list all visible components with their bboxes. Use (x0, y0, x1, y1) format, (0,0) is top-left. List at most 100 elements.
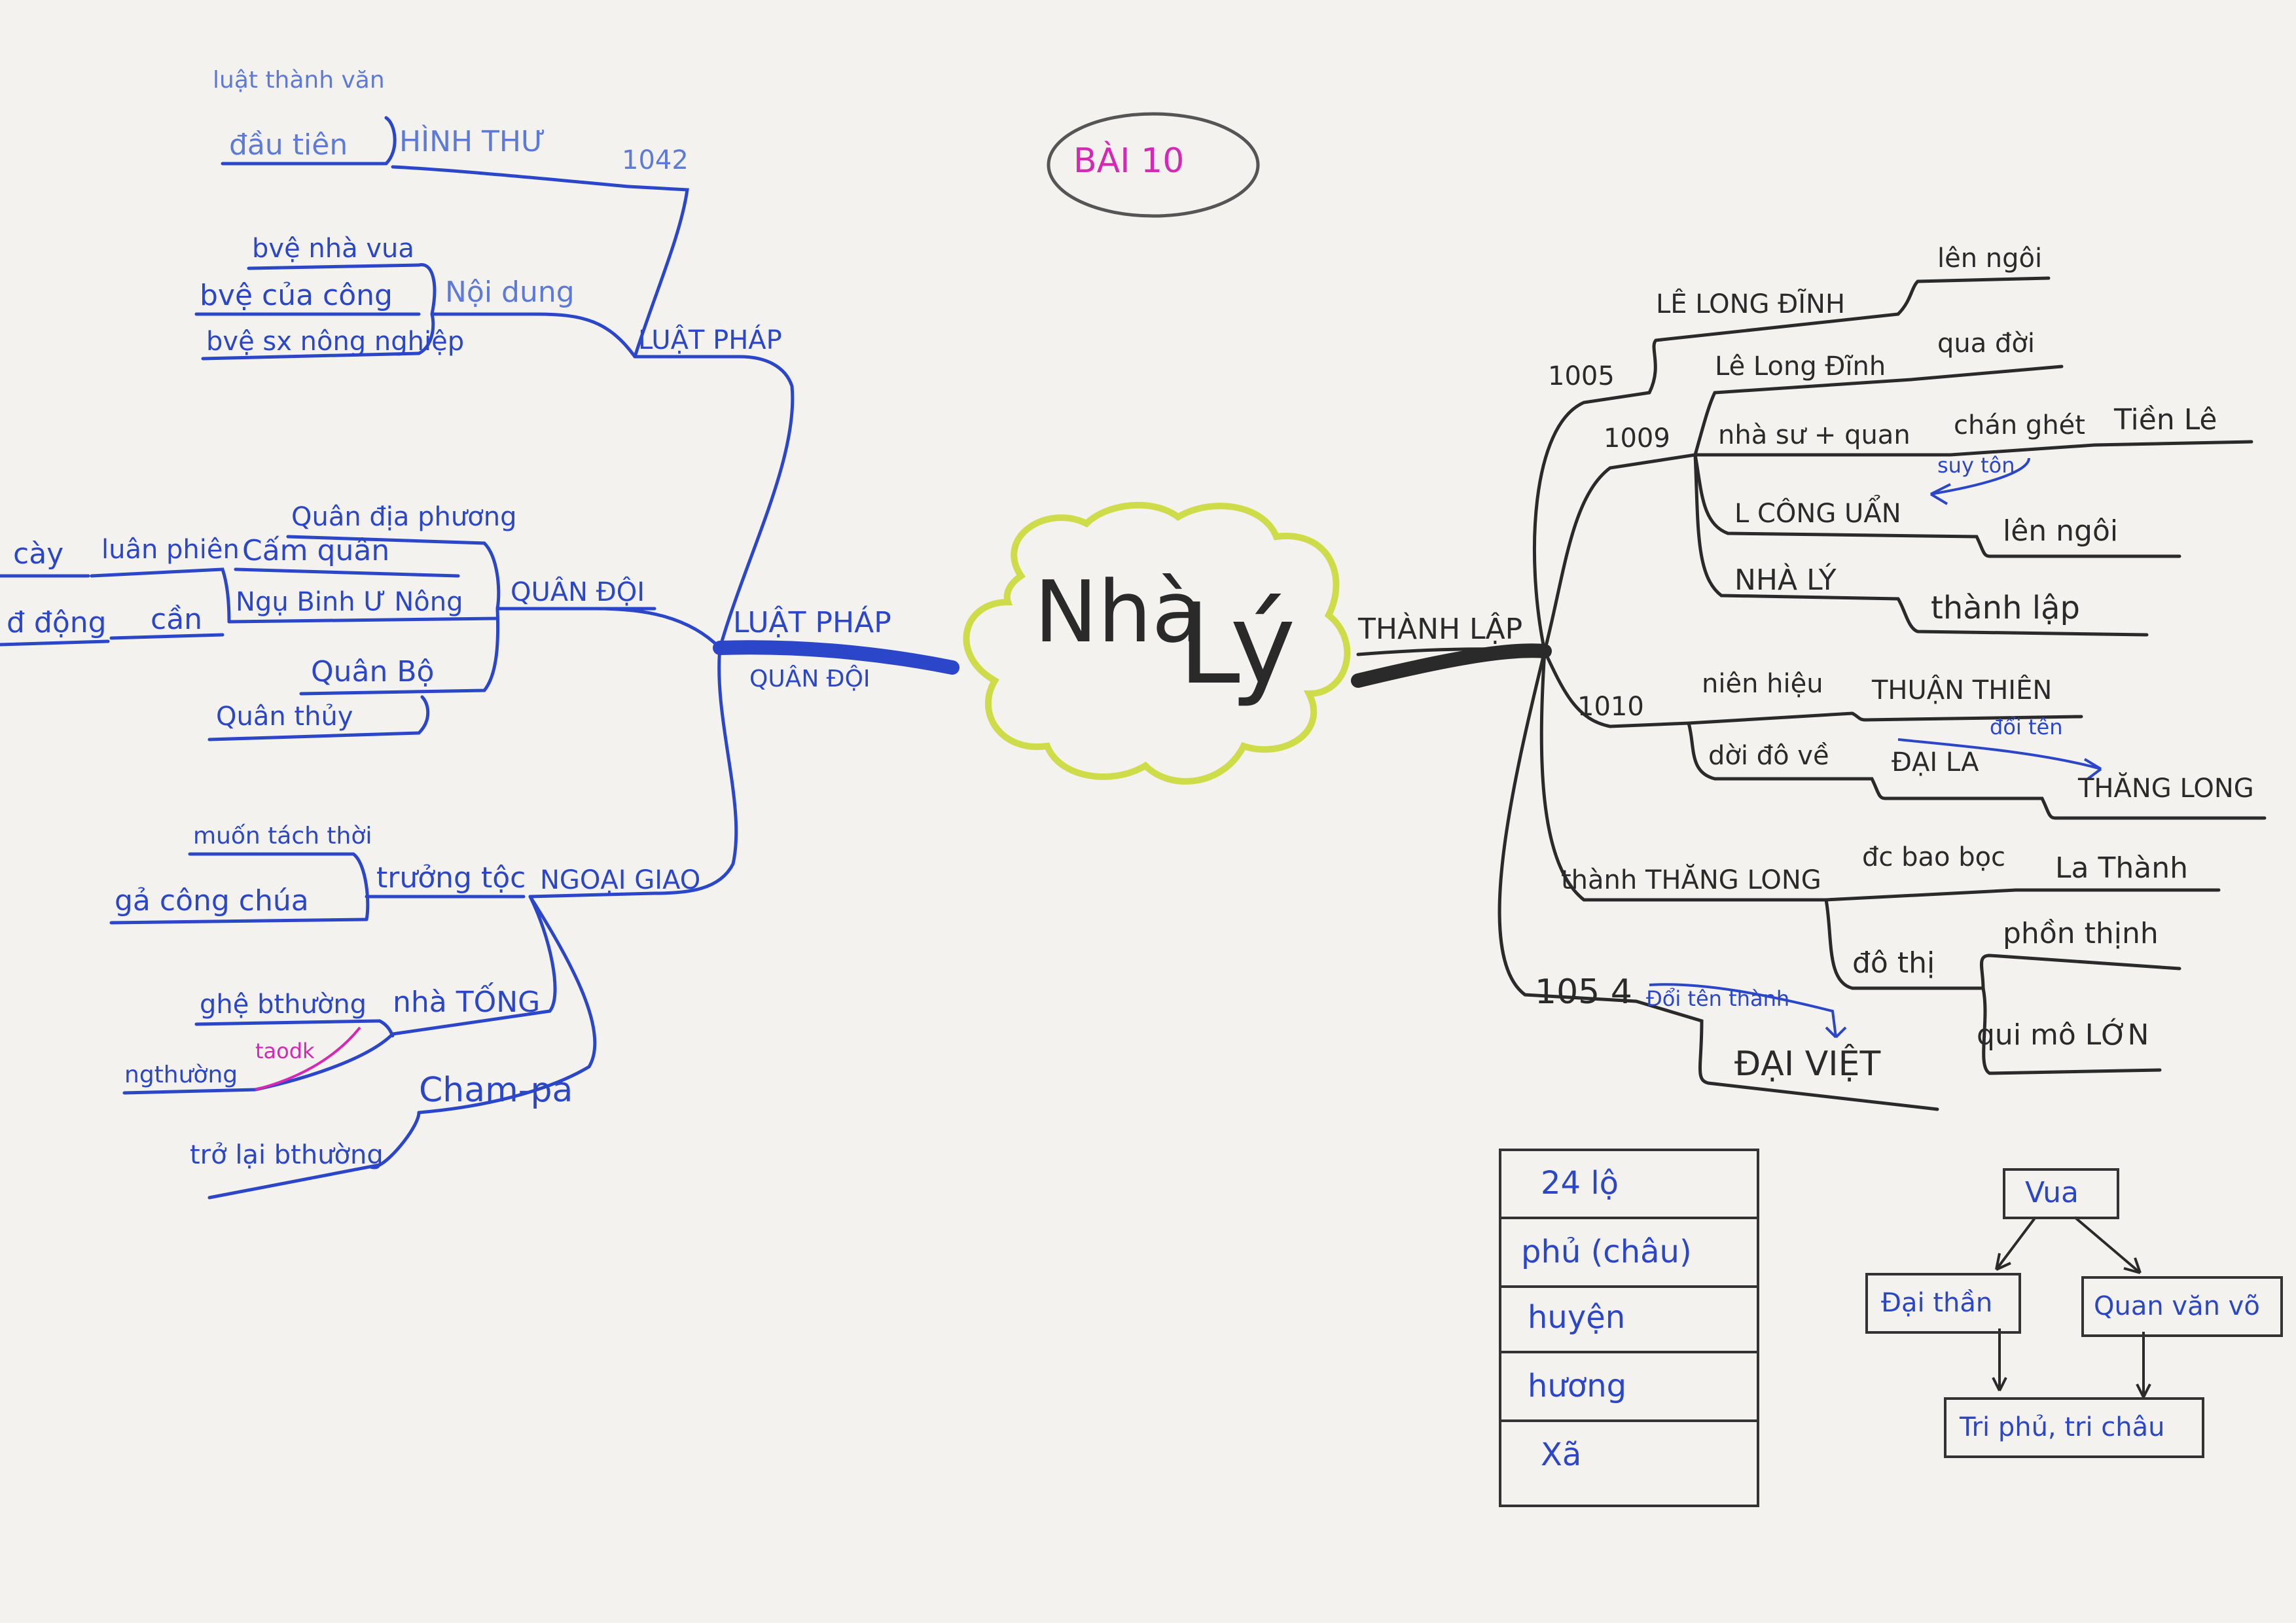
admin-row-lo: 24 lộ (1501, 1151, 1757, 1219)
le-long-dinh: Lê Long Đĩnh (1715, 351, 1886, 382)
thanh-thang-long: thành THĂNG LONG (1561, 865, 1821, 895)
cam-quan: Cấm quân (242, 534, 390, 567)
bve-nha-vua-underline (247, 263, 421, 270)
d-dong: đ động (7, 606, 107, 639)
hierarchy-vua-label: Vua (2025, 1176, 2079, 1209)
giu-bthuong-underline (194, 1019, 395, 1037)
item-bve-nha-vua: bvệ nhà vua (252, 234, 414, 264)
quan-dia-phuong: Quân địa phương (291, 502, 517, 532)
truong-toc: trưởng tộc (376, 861, 526, 895)
hierarchy-quanvanvo-box: Quan văn võ (2081, 1276, 2283, 1337)
nien-hieu: niên hiệu (1702, 669, 1823, 699)
admin-row-huong-label: hương (1528, 1368, 1627, 1404)
d-dong-underline (0, 639, 110, 647)
hierarchy-daithan-label: Đại thần (1881, 1288, 1993, 1318)
nha-su-quan: nhà sư + quan (1718, 420, 1910, 450)
arrow-daithan-triphu (1992, 1329, 2007, 1391)
hinh-thu-underline (391, 165, 630, 188)
noi-dung-label: Nội dung (445, 276, 575, 309)
trunk-to-1009 (1543, 453, 1697, 653)
hierarchy-vua-box: Vua (2003, 1168, 2119, 1219)
dai-la: ĐẠI LA (1892, 747, 1979, 777)
year-1054: 105 4 (1535, 972, 1632, 1012)
taodk: taodk (255, 1039, 315, 1063)
luan-phien: luân phiên (101, 535, 240, 565)
nha-tong: nhà TỐNG (393, 986, 541, 1019)
right-main-branch-line (1351, 643, 1552, 688)
luat-phap-label: LUẬT PHÁP (638, 325, 782, 355)
year-1042: 1042 (622, 145, 689, 175)
luat-thanh-van: luật thành văn (213, 67, 385, 94)
hierarchy-triphu-box: Tri phủ, tri châu (1944, 1397, 2204, 1458)
qua-doi: qua đời (1937, 329, 2035, 359)
title-label: BÀI 10 (1073, 141, 1185, 181)
thuan-thien: THUẬN THIÊN (1872, 675, 2053, 705)
giu-bthuong: ghệ bthường (200, 990, 367, 1020)
nha-ly: NHÀ LÝ (1734, 563, 1837, 597)
hierarchy-quanvanvo-label: Quan văn võ (2094, 1291, 2260, 1321)
dau-tien: đầu tiên (229, 128, 348, 162)
admin-row-lo-label: 24 lộ (1541, 1165, 1619, 1202)
muon-tach-thoi: muốn tách thời (193, 823, 372, 849)
cay: cày (13, 537, 64, 571)
admin-row-huyen: huyện (1501, 1285, 1757, 1353)
ngthuong: ngthường (124, 1061, 238, 1088)
admin-row-xa-label: Xã (1541, 1436, 1582, 1473)
ga-cong-chua: gả công chúa (115, 884, 309, 918)
year-1005: 1005 (1548, 361, 1615, 391)
year-1009: 1009 (1604, 423, 1670, 454)
chan-ghet: chán ghét (1954, 410, 2085, 440)
right-main-label: THÀNH LẬP (1358, 613, 1523, 646)
dai-viet: ĐẠI VIỆT (1734, 1044, 1881, 1084)
qui-mo-lon: qui mô LỚN (1977, 1018, 2149, 1052)
phon-thinh-underline (1980, 954, 2181, 990)
ly-cong-uan: L CÔNG UẨN (1734, 499, 1901, 529)
hierarchy-triphu-label: Tri phủ, tri châu (1960, 1412, 2165, 1442)
tien-le: Tiền Lê (2114, 403, 2217, 437)
cham-pa: Cham-pa (419, 1071, 573, 1110)
admin-row-huong: hương (1501, 1351, 1757, 1422)
doi-do-ve: dời đô về (1708, 741, 1829, 771)
len-ngoi-2: lên ngôi (2003, 514, 2119, 548)
ngu-binh-u-nong: Ngụ Binh Ư Nông (236, 587, 463, 617)
arrow-vua-daithan (1995, 1216, 2037, 1271)
quan-bo: Quân Bộ (311, 655, 435, 688)
hinh-thu-label: HÌNH THƯ (399, 125, 546, 158)
doi-ten-thanh: Đổi tên thành (1646, 986, 1790, 1011)
trunk-to-luat-phap (718, 355, 795, 650)
year-1010: 1010 (1577, 692, 1644, 722)
trunk-to-quan-doi (594, 607, 722, 650)
center-word-ly: Lý (1178, 580, 1296, 709)
quan-doi-label: QUÂN ĐỘI (511, 577, 645, 607)
len-ngoi-1: lên ngôi (1937, 243, 2043, 274)
can: cần (151, 603, 203, 636)
ga-cong-chua-underline (109, 918, 368, 925)
tro-lai-bthuong: trở lại bthường (190, 1140, 384, 1170)
admin-row-phu: phủ (châu) (1501, 1217, 1757, 1288)
thang-long: THĂNG LONG (2078, 774, 2254, 804)
arrow-quanvanvo-triphu (2136, 1332, 2151, 1398)
do-thi: đô thị (1852, 946, 1935, 980)
le-long-dinh-caps: LÊ LONG ĐĨNH (1656, 289, 1846, 319)
hierarchy-daithan-box: Đại thần (1865, 1273, 2021, 1334)
ngu-binh-underline (227, 616, 499, 624)
arrow-vua-quanvanvo (2073, 1216, 2142, 1274)
item-bve-sx: bvệ sx nông nghiệp (206, 327, 465, 357)
dc-bao-boc-underline (1824, 888, 2221, 902)
trunk-to-ngoai-giao (653, 646, 738, 895)
phon-thinh: phồn thịnh (2003, 917, 2159, 950)
item-bve-cua-cong: bvệ của công (200, 279, 393, 312)
admin-row-huyen-label: huyện (1528, 1299, 1626, 1336)
thanh-lap: thành lập (1931, 590, 2080, 626)
doi-ten: đổi tên (1990, 715, 2063, 740)
left-main-line1: LUẬT PHÁP (733, 606, 891, 639)
la-thanh: La Thành (2055, 851, 2188, 885)
left-main-line2: QUÂN ĐỘI (749, 666, 870, 692)
admin-levels-table: 24 lộ phủ (châu) huyện hương Xã (1499, 1149, 1759, 1507)
quan-thuy: Quân thủy (216, 702, 353, 732)
admin-row-phu-label: phủ (châu) (1521, 1234, 1692, 1270)
suy-ton: suy tôn (1937, 453, 2015, 478)
dc-bao-boc: đc bao bọc (1862, 842, 2006, 872)
cam-quan-underline (234, 567, 460, 578)
ngoai-giao-label: NGOẠI GIAO (540, 865, 701, 895)
